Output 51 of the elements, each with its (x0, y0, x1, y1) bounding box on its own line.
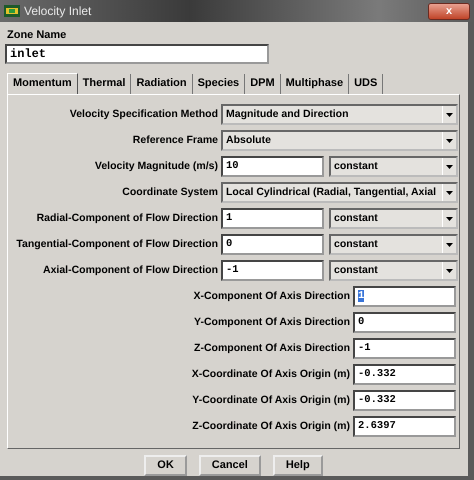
field-label: Tangential-Component of Flow Direction (15, 236, 219, 252)
value-field[interactable]: 1 (221, 208, 324, 229)
tab[interactable]: Multiphase (280, 74, 350, 94)
field-label: Z-Component Of Axis Direction (193, 340, 351, 356)
field-label: Reference Frame (132, 132, 219, 148)
field-label: Velocity Specification Method (68, 106, 219, 122)
tab[interactable]: Species (192, 74, 246, 94)
field-label: Velocity Magnitude (m/s) (94, 158, 219, 174)
dialog-button[interactable]: Help (272, 454, 323, 476)
field-label: Z-Coordinate Of Axis Origin (m) (191, 418, 351, 434)
caret-icon (446, 190, 453, 194)
field-label: Axial-Component of Flow Direction (42, 262, 219, 278)
field-label: X-Coordinate Of Axis Origin (m) (190, 366, 351, 382)
caret-icon (446, 138, 453, 142)
field-label: X-Component Of Axis Direction (192, 288, 351, 304)
dropdown[interactable]: constant (329, 260, 458, 281)
tab[interactable]: UDS (349, 74, 384, 94)
dropdown[interactable]: constant (329, 156, 458, 177)
field-label: Y-Coordinate Of Axis Origin (m) (191, 392, 351, 408)
caret-icon (446, 268, 453, 272)
value-field[interactable]: 0 (353, 312, 456, 333)
ok-button[interactable]: OK (144, 454, 187, 476)
dropdown[interactable]: Absolute (221, 130, 458, 151)
dropdown[interactable]: Local Cylindrical (Radial, Tangential, Axial (221, 182, 458, 203)
app-icon (4, 5, 20, 17)
tab[interactable]: Momentum (7, 72, 78, 94)
field-label: Radial-Component of Flow Direction (36, 210, 219, 226)
field-label: Coordinate System (121, 184, 219, 200)
value-field[interactable]: -0.332 (353, 364, 456, 385)
field-label: Y-Component Of Axis Direction (193, 314, 351, 330)
caret-icon (446, 242, 453, 246)
caret-icon (446, 216, 453, 220)
value-field[interactable]: -1 (353, 338, 456, 359)
dropdown[interactable]: Magnitude and Direction (221, 104, 458, 125)
window-title: Velocity Inlet (24, 3, 92, 20)
value-field[interactable]: 0 (221, 234, 324, 255)
dropdown[interactable]: constant (329, 208, 458, 229)
zone-name-label: Zone Name (7, 28, 68, 43)
value-field[interactable]: -1 (221, 260, 324, 281)
zone-name-field[interactable]: inlet (5, 44, 269, 64)
dialog-button[interactable]: Cancel (198, 454, 261, 476)
value-field[interactable]: 2.6397 (353, 416, 456, 437)
caret-icon (446, 164, 453, 168)
tab[interactable]: Thermal (78, 74, 132, 94)
value-field[interactable]: -0.332 (353, 390, 456, 411)
dropdown[interactable]: constant (329, 234, 458, 255)
caret-icon (446, 112, 453, 116)
tab[interactable]: Radiation (131, 74, 193, 94)
value-field[interactable]: 10 (221, 156, 324, 177)
value-field[interactable]: 1 (353, 286, 456, 307)
tab[interactable]: DPM (245, 74, 281, 94)
